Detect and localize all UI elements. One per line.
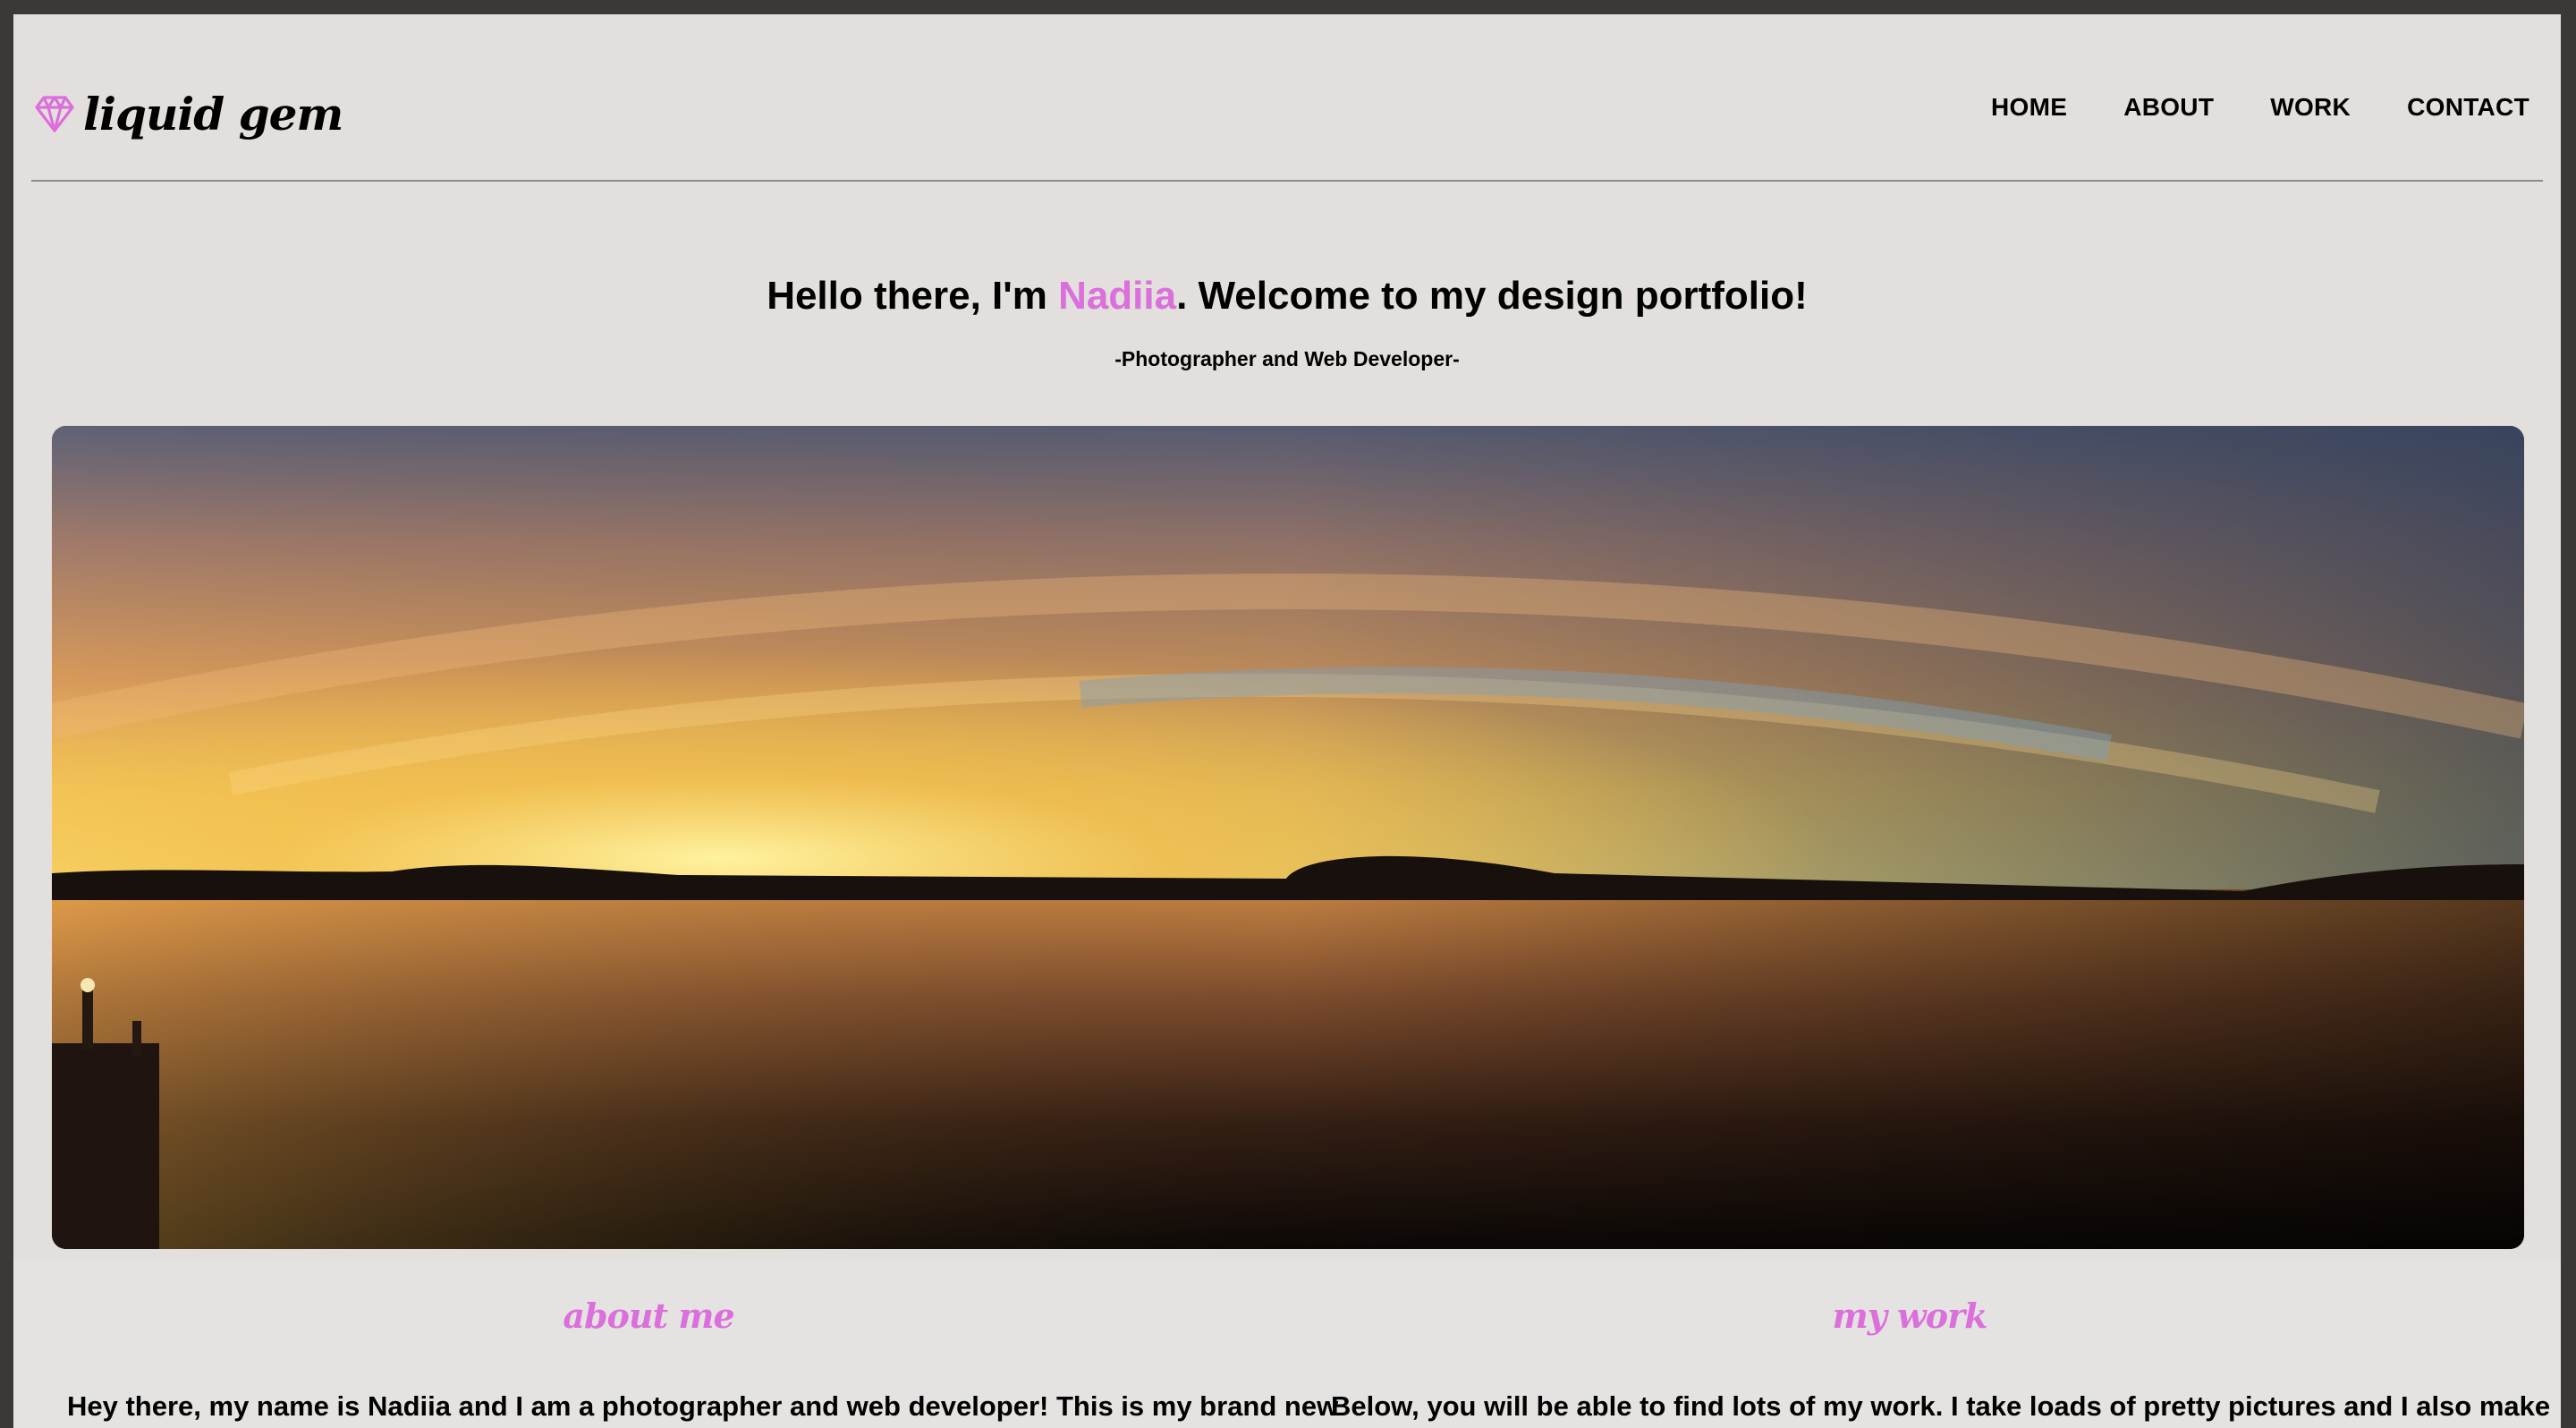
hero-subheading: -Photographer and Web Developer- [1114, 347, 1460, 370]
header-divider [31, 180, 2543, 182]
brand-logo[interactable]: liquid gem [33, 73, 343, 154]
heading-name: Nadiia [1058, 274, 1177, 318]
hero-heading: Hello there, I'm Nadiia. Welcome to my d… [13, 274, 2561, 319]
main-nav: HOME ABOUT WORK CONTACT [1991, 93, 2529, 122]
about-me-text: Hey there, my name is Nadiia and I am a … [67, 1390, 1339, 1422]
my-work-title: my work [1832, 1296, 1988, 1336]
heading-intro: Hello there, I'm [767, 274, 1059, 318]
about-me-title: about me [563, 1296, 734, 1336]
nav-work[interactable]: WORK [2270, 93, 2351, 122]
page: liquid gem HOME ABOUT WORK CONTACT Hello… [13, 14, 2561, 1428]
nav-contact[interactable]: CONTACT [2407, 93, 2529, 122]
hero-sunset-image [52, 426, 2524, 1249]
heading-welcome: . Welcome to my design portfolio! [1176, 274, 1808, 318]
nav-home[interactable]: HOME [1991, 93, 2067, 122]
nav-about[interactable]: ABOUT [2123, 93, 2214, 122]
my-work-text: Below, you will be able to find lots of … [1331, 1390, 2551, 1422]
diamond-icon [33, 92, 76, 135]
brand-name: liquid gem [83, 87, 343, 140]
